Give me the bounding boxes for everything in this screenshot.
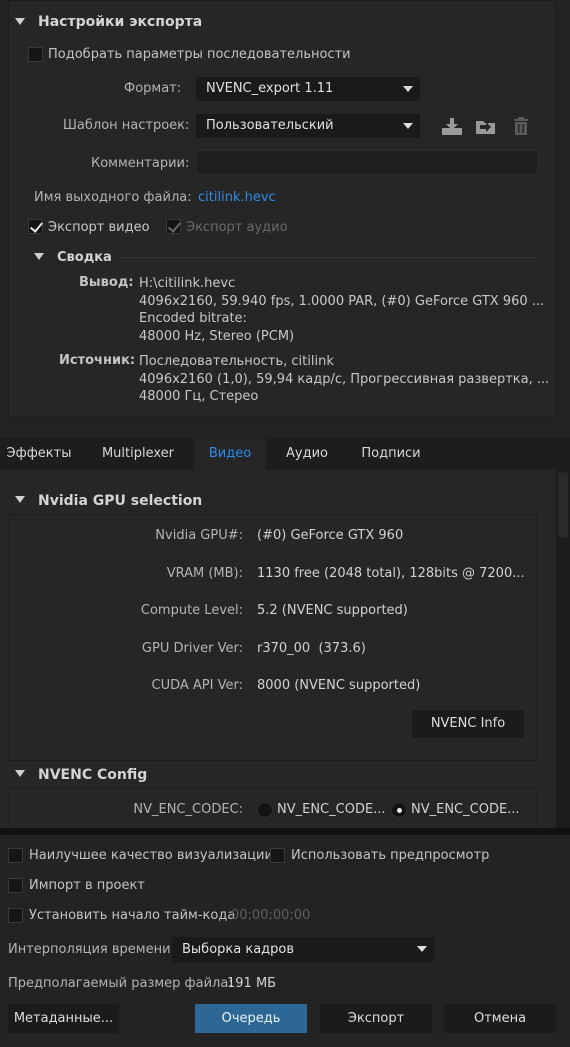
max-render-quality-label: Наилучшее качество визуализации bbox=[29, 848, 273, 863]
summary-title: Сводка bbox=[57, 250, 112, 265]
format-value: NVENC_export 1.11 bbox=[206, 81, 334, 96]
export-audio-label: Экспорт аудио bbox=[186, 220, 288, 235]
cuda-version-value: 8000 (NVENC supported) bbox=[257, 678, 421, 693]
summary-source-text: Последовательность, citilink 4096x2160 (… bbox=[139, 353, 549, 406]
max-render-quality-checkbox[interactable] bbox=[8, 848, 23, 863]
import-preset-icon[interactable] bbox=[475, 116, 497, 136]
codec-radio-2[interactable] bbox=[391, 802, 407, 818]
time-interpolation-value: Выборка кадров bbox=[182, 942, 295, 957]
save-preset-icon[interactable] bbox=[441, 116, 463, 136]
scrollbar-thumb[interactable] bbox=[558, 472, 568, 538]
export-video-label: Экспорт видео bbox=[48, 220, 150, 235]
format-dropdown[interactable]: NVENC_export 1.11 bbox=[196, 77, 420, 101]
gpu-number-value: (#0) GeForce GTX 960 bbox=[257, 528, 404, 543]
tab-video[interactable]: Видео bbox=[194, 438, 266, 470]
tab-captions[interactable]: Подписи bbox=[348, 438, 434, 470]
vram-label: VRAM (MB): bbox=[166, 566, 243, 581]
codec-label: NV_ENC_CODEC: bbox=[133, 802, 243, 817]
import-into-project-checkbox[interactable] bbox=[8, 878, 23, 893]
codec-option-1-label[interactable]: NV_ENC_CODE... bbox=[277, 802, 386, 817]
collapse-nvenc-config-icon[interactable] bbox=[15, 770, 25, 777]
preset-dropdown[interactable]: Пользовательский bbox=[196, 114, 420, 138]
import-into-project-label: Импорт в проект bbox=[29, 878, 145, 893]
estimated-size-value: 191 МБ bbox=[227, 976, 277, 991]
driver-version-label: GPU Driver Ver: bbox=[141, 641, 243, 656]
time-interpolation-label: Интерполяция времени: bbox=[8, 942, 175, 957]
summary-divider bbox=[118, 257, 538, 258]
preset-label: Шаблон настроек: bbox=[63, 118, 190, 133]
summary-output-line: H:\citilink.hevc bbox=[139, 276, 236, 291]
export-button[interactable]: Экспорт bbox=[320, 1004, 432, 1033]
metadata-button[interactable]: Метаданные... bbox=[8, 1004, 119, 1033]
time-interpolation-dropdown[interactable]: Выборка кадров bbox=[172, 937, 434, 962]
gpu-number-label: Nvidia GPU#: bbox=[155, 528, 243, 543]
summary-output-line: 48000 Hz, Stereo (PCM) bbox=[139, 328, 295, 344]
chevron-down-icon bbox=[417, 946, 427, 952]
comments-field[interactable] bbox=[196, 150, 538, 175]
tab-multiplexer[interactable]: Multiplexer bbox=[84, 438, 192, 470]
summary-source-line: 48000 Гц, Стерео bbox=[139, 389, 259, 404]
summary-source-line: Последовательность, citilink bbox=[139, 354, 334, 369]
cuda-version-label: CUDA API Ver: bbox=[151, 678, 243, 693]
vram-value: 1130 free (2048 total), 128bits @ 7200..… bbox=[257, 566, 525, 581]
driver-version-value: r370_00 (373.6) bbox=[257, 641, 366, 656]
summary-output-line: Encoded bitrate: bbox=[139, 311, 247, 326]
export-video-checkbox[interactable] bbox=[28, 219, 43, 234]
set-start-timecode-checkbox[interactable] bbox=[8, 908, 23, 923]
tab-effects[interactable]: Эффекты bbox=[0, 438, 78, 470]
summary-source-line: 4096x2160 (1,0), 59,94 кадр/с, Прогресси… bbox=[139, 371, 550, 387]
summary-output-label: Вывод: bbox=[79, 275, 134, 290]
timecode-value: 00;00;00;00 bbox=[231, 908, 311, 923]
codec-option-2-label[interactable]: NV_ENC_CODE... bbox=[411, 802, 520, 817]
queue-button[interactable]: Очередь bbox=[195, 1004, 307, 1033]
estimated-size-label: Предполагаемый размер файла: bbox=[8, 976, 233, 991]
cancel-button[interactable]: Отмена bbox=[444, 1004, 556, 1033]
use-previews-checkbox[interactable] bbox=[270, 848, 285, 863]
summary-output-text: H:\citilink.hevc 4096x2160, 59.940 fps, … bbox=[139, 275, 549, 345]
trash-icon[interactable] bbox=[512, 116, 530, 136]
compute-level-value: 5.2 (NVENC supported) bbox=[257, 603, 408, 618]
comments-label: Комментарии: bbox=[91, 156, 190, 171]
export-audio-checkbox bbox=[166, 219, 181, 234]
output-name-link[interactable]: citilink.hevc bbox=[198, 190, 276, 205]
tab-audio[interactable]: Аудио bbox=[270, 438, 344, 470]
collapse-gpu-selection-icon[interactable] bbox=[15, 496, 25, 503]
compute-level-label: Compute Level: bbox=[140, 603, 243, 618]
chevron-down-icon bbox=[403, 86, 413, 92]
nvenc-config-title: NVENC Config bbox=[38, 767, 148, 783]
preset-value: Пользовательский bbox=[206, 118, 334, 133]
tab-bar: Эффекты Multiplexer Видео Аудио Подписи bbox=[0, 438, 570, 470]
summary-source-label: Источник: bbox=[59, 353, 136, 368]
bottom-divider bbox=[0, 828, 570, 835]
nvenc-info-button[interactable]: NVENC Info bbox=[412, 710, 524, 738]
codec-radio-1[interactable] bbox=[257, 802, 273, 818]
chevron-down-icon bbox=[403, 123, 413, 129]
export-settings-title: Настройки экспорта bbox=[38, 14, 203, 30]
gpu-selection-title: Nvidia GPU selection bbox=[38, 493, 203, 509]
match-sequence-label: Подобрать параметры последовательности bbox=[48, 47, 351, 62]
output-name-label: Имя выходного файла: bbox=[34, 190, 192, 205]
format-label: Формат: bbox=[124, 81, 182, 96]
match-sequence-checkbox[interactable] bbox=[28, 47, 43, 62]
collapse-summary-icon[interactable] bbox=[34, 253, 44, 260]
collapse-export-settings-icon[interactable] bbox=[15, 18, 25, 25]
use-previews-label: Использовать предпросмотр bbox=[291, 848, 490, 863]
set-start-timecode-label: Установить начало тайм-кода bbox=[29, 908, 236, 923]
summary-output-line: 4096x2160, 59.940 fps, 1.0000 PAR, (#0) … bbox=[139, 293, 545, 309]
